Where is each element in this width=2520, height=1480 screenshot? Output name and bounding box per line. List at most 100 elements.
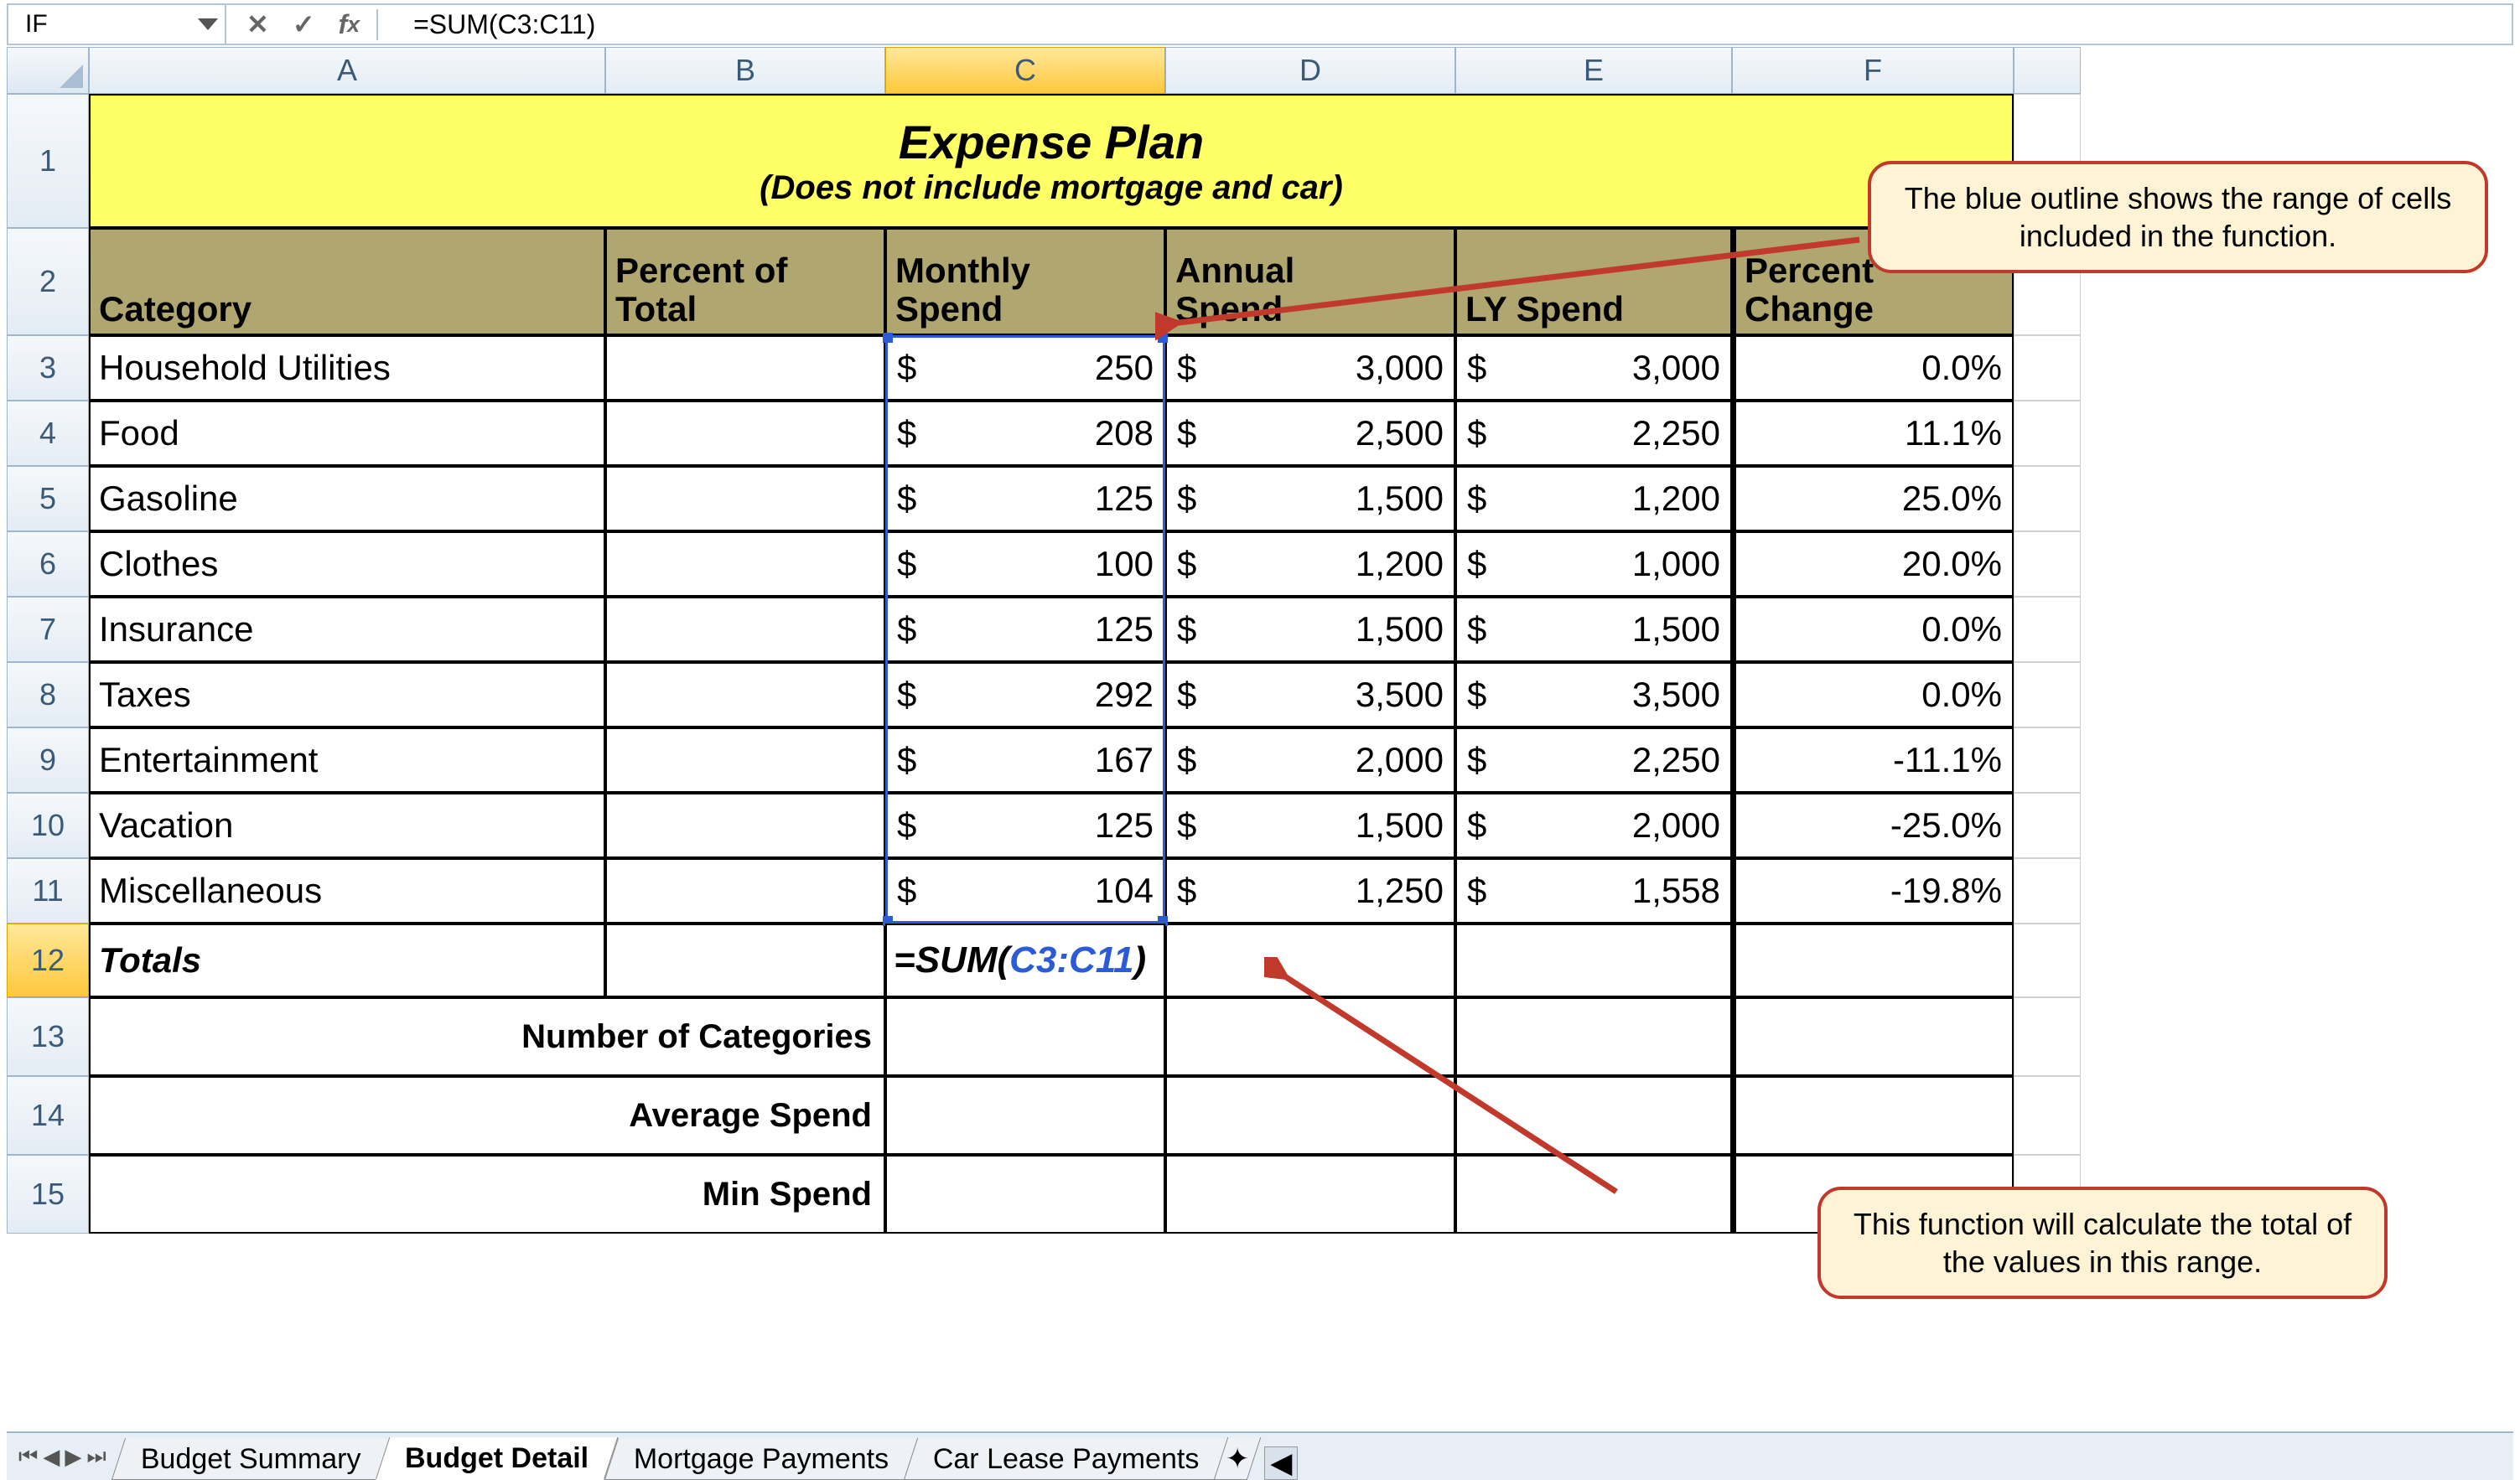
cell-D10[interactable]: 1,500: [1165, 793, 1455, 858]
row-header-15[interactable]: 15: [7, 1155, 89, 1234]
totals-label[interactable]: Totals: [89, 924, 605, 997]
active-cell-C12[interactable]: =SUM(C3:C11): [885, 924, 1165, 997]
cell-F6[interactable]: 20.0%: [1732, 531, 2014, 597]
cell-F8[interactable]: 0.0%: [1732, 662, 2014, 727]
cell-F12[interactable]: [1732, 924, 2014, 997]
cell-B4[interactable]: [605, 401, 885, 466]
row-header-6[interactable]: 6: [7, 531, 89, 597]
cell-D12[interactable]: [1165, 924, 1455, 997]
cell-A11[interactable]: Miscellaneous: [89, 858, 605, 924]
cell-D3[interactable]: 3,000: [1165, 335, 1455, 401]
cell-E9[interactable]: 2,250: [1455, 727, 1732, 793]
tab-nav-next-icon[interactable]: ▶: [65, 1444, 81, 1470]
cell-D8[interactable]: 3,500: [1165, 662, 1455, 727]
sheet-tab[interactable]: Car Lease Payments: [904, 1438, 1229, 1480]
cell-E4[interactable]: 2,250: [1455, 401, 1732, 466]
cell-E6[interactable]: 1,000: [1455, 531, 1732, 597]
cell-C9[interactable]: 167: [885, 727, 1165, 793]
cell-B12[interactable]: [605, 924, 885, 997]
tab-nav-first-icon[interactable]: ⏮: [18, 1443, 38, 1470]
cell-F9[interactable]: -11.1%: [1732, 727, 2014, 793]
cell-A3[interactable]: Household Utilities: [89, 335, 605, 401]
cell-F11[interactable]: -19.8%: [1732, 858, 2014, 924]
cell-B5[interactable]: [605, 466, 885, 531]
cell-A5[interactable]: Gasoline: [89, 466, 605, 531]
cell-E10[interactable]: 2,000: [1455, 793, 1732, 858]
cell-F5[interactable]: 25.0%: [1732, 466, 2014, 531]
cell-A9[interactable]: Entertainment: [89, 727, 605, 793]
cell-F4[interactable]: 11.1%: [1732, 401, 2014, 466]
cell-B8[interactable]: [605, 662, 885, 727]
cell-D6[interactable]: 1,200: [1165, 531, 1455, 597]
name-box[interactable]: IF: [8, 5, 226, 44]
min-spend-label[interactable]: Min Spend: [89, 1155, 885, 1234]
col-header-A[interactable]: A: [89, 47, 605, 94]
cell-A7[interactable]: Insurance: [89, 597, 605, 662]
cell-D11[interactable]: 1,250: [1165, 858, 1455, 924]
cell-A4[interactable]: Food: [89, 401, 605, 466]
row-header-14[interactable]: 14: [7, 1076, 89, 1155]
row-header-10[interactable]: 10: [7, 793, 89, 858]
col-header-D[interactable]: D: [1165, 47, 1455, 94]
row-header-2[interactable]: 2: [7, 228, 89, 335]
cell-C10[interactable]: 125: [885, 793, 1165, 858]
fx-icon[interactable]: fx: [339, 9, 378, 40]
cell-A8[interactable]: Taxes: [89, 662, 605, 727]
row-header-5[interactable]: 5: [7, 466, 89, 531]
cell-E12[interactable]: [1455, 924, 1732, 997]
row-header-4[interactable]: 4: [7, 401, 89, 466]
cell-F10[interactable]: -25.0%: [1732, 793, 2014, 858]
cell-B11[interactable]: [605, 858, 885, 924]
enter-icon[interactable]: ✓: [293, 8, 315, 40]
col-header-C[interactable]: C: [885, 47, 1165, 94]
col-header-E[interactable]: E: [1455, 47, 1732, 94]
cell-B3[interactable]: [605, 335, 885, 401]
sheet-tab[interactable]: Mortgage Payments: [604, 1438, 918, 1480]
row-header-11[interactable]: 11: [7, 858, 89, 924]
cell-D9[interactable]: 2,000: [1165, 727, 1455, 793]
cell-A10[interactable]: Vacation: [89, 793, 605, 858]
header-monthly-spend[interactable]: MonthlySpend: [885, 228, 1165, 335]
cell-C6[interactable]: 100: [885, 531, 1165, 597]
row-header-1[interactable]: 1: [7, 94, 89, 228]
col-header-B[interactable]: B: [605, 47, 885, 94]
cell-C3[interactable]: 250: [885, 335, 1165, 401]
cell-C5[interactable]: 125: [885, 466, 1165, 531]
cell-E8[interactable]: 3,500: [1455, 662, 1732, 727]
average-spend-label[interactable]: Average Spend: [89, 1076, 885, 1155]
header-category[interactable]: Category: [89, 228, 605, 335]
cell-F7[interactable]: 0.0%: [1732, 597, 2014, 662]
cell-E3[interactable]: 3,000: [1455, 335, 1732, 401]
sheet-tab[interactable]: Budget Summary: [111, 1438, 391, 1480]
row-header-12[interactable]: 12: [7, 924, 89, 997]
cell-D7[interactable]: 1,500: [1165, 597, 1455, 662]
cell-A6[interactable]: Clothes: [89, 531, 605, 597]
tab-nav-last-icon[interactable]: ⏭: [86, 1443, 106, 1470]
cell-C4[interactable]: 208: [885, 401, 1165, 466]
col-header-G[interactable]: [2014, 47, 2081, 94]
name-box-dropdown-icon[interactable]: [198, 18, 218, 30]
cell-D4[interactable]: 2,500: [1165, 401, 1455, 466]
cell-B7[interactable]: [605, 597, 885, 662]
row-header-8[interactable]: 8: [7, 662, 89, 727]
row-header-9[interactable]: 9: [7, 727, 89, 793]
sheet-tab[interactable]: Budget Detail: [376, 1437, 619, 1480]
tab-nav-prev-icon[interactable]: ◀: [43, 1444, 60, 1470]
cell-C11[interactable]: 104: [885, 858, 1165, 924]
cell-B6[interactable]: [605, 531, 885, 597]
cell-E11[interactable]: 1,558: [1455, 858, 1732, 924]
cell-D5[interactable]: 1,500: [1165, 466, 1455, 531]
cell-C7[interactable]: 125: [885, 597, 1165, 662]
tab-scroll-left-icon[interactable]: ◀: [1264, 1446, 1298, 1480]
cell-E7[interactable]: 1,500: [1455, 597, 1732, 662]
cell-E5[interactable]: 1,200: [1455, 466, 1732, 531]
header-ly-spend[interactable]: LY Spend: [1455, 228, 1732, 335]
row-header-13[interactable]: 13: [7, 997, 89, 1076]
cell-B9[interactable]: [605, 727, 885, 793]
cell-F3[interactable]: 0.0%: [1732, 335, 2014, 401]
title-cell[interactable]: Expense Plan (Does not include mortgage …: [89, 94, 2014, 228]
cancel-icon[interactable]: ✕: [246, 8, 269, 40]
header-annual-spend[interactable]: AnnualSpend: [1165, 228, 1455, 335]
row-header-3[interactable]: 3: [7, 335, 89, 401]
header-percent-total[interactable]: Percent ofTotal: [605, 228, 885, 335]
